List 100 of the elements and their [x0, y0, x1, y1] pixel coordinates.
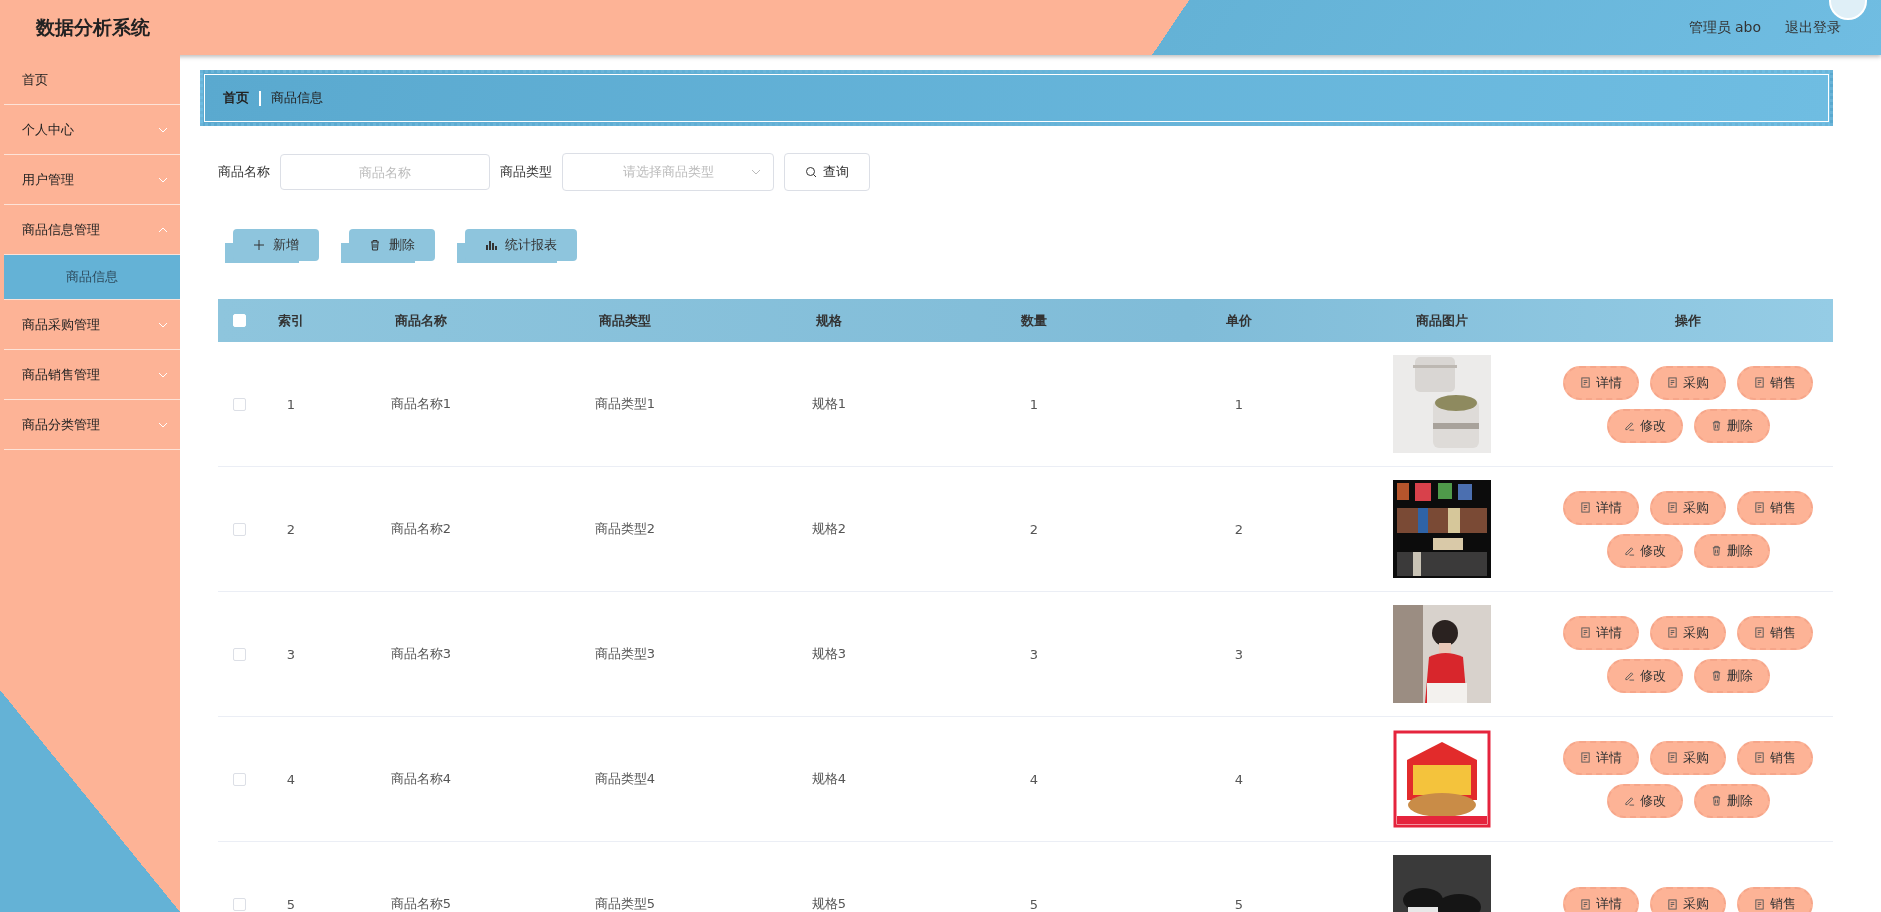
table-cell: 1 [1029, 396, 1039, 412]
chevron-icon [158, 176, 168, 183]
field-label: 商品名称 [218, 163, 270, 181]
column-header: 商品名称 [395, 311, 447, 330]
field-label: 商品类型 [500, 163, 552, 181]
table-cell: 规格2 [811, 520, 847, 538]
pencil-icon [1623, 545, 1635, 556]
table-cell: 规格1 [811, 395, 847, 413]
sidebar-item[interactable]: 商品采购管理 [4, 300, 180, 350]
action-button[interactable]: 采购 [1650, 490, 1726, 525]
chevron-icon [751, 169, 761, 175]
table-cell: 5 [286, 896, 296, 912]
table-cell: 商品类型3 [594, 645, 656, 663]
chevron-icon [158, 126, 168, 133]
row-checkbox[interactable] [233, 897, 246, 911]
table-cell: 商品类型2 [594, 520, 656, 538]
app-title: 数据分析系统 [36, 14, 150, 40]
trash-icon [369, 239, 381, 251]
document-icon [1580, 502, 1591, 513]
sidebar-item[interactable]: 首页 [4, 55, 180, 105]
action-button[interactable]: 销售 [1737, 740, 1813, 775]
row-checkbox[interactable] [233, 397, 246, 411]
action-button[interactable]: 详情 [1563, 365, 1639, 400]
column-header: 单价 [1226, 311, 1252, 330]
table-cell: 商品类型5 [594, 895, 656, 912]
row-checkbox[interactable] [233, 647, 246, 661]
table-cell: 商品名称1 [390, 395, 452, 413]
search-icon [805, 166, 817, 178]
action-button[interactable]: 修改 [1606, 783, 1683, 818]
action-button[interactable]: 销售 [1737, 615, 1813, 650]
action-button[interactable]: 详情 [1563, 490, 1639, 525]
table-cell: 4 [1029, 771, 1039, 787]
document-icon [1667, 752, 1678, 763]
action-button[interactable]: 采购 [1650, 365, 1726, 400]
table-cell: 商品名称4 [390, 770, 452, 788]
trash-icon [1710, 545, 1722, 556]
pencil-icon [1623, 670, 1635, 681]
table-cell: 4 [1234, 771, 1244, 787]
row-checkbox[interactable] [233, 772, 246, 786]
action-button[interactable]: 采购 [1650, 615, 1726, 650]
document-icon [1580, 752, 1591, 763]
document-icon [1754, 502, 1765, 513]
table-cell: 5 [1029, 896, 1039, 912]
table-cell: 2 [1234, 521, 1244, 537]
sidebar-item[interactable]: 商品销售管理 [4, 350, 180, 400]
table-cell: 3 [1029, 646, 1039, 662]
action-button[interactable]: 采购 [1650, 740, 1726, 775]
action-button[interactable]: 删除 [1693, 408, 1770, 443]
column-header: 索引 [278, 311, 304, 330]
row-checkbox[interactable] [233, 522, 246, 536]
action-button[interactable]: 销售 [1737, 365, 1813, 400]
sidebar-subitem[interactable]: 商品信息 [4, 255, 180, 300]
column-header: 商品类型 [599, 311, 651, 330]
column-header: 数量 [1021, 311, 1047, 330]
trash-icon [1710, 670, 1722, 681]
table-cell: 5 [1234, 896, 1244, 912]
table-cell: 商品名称5 [390, 895, 452, 912]
action-button[interactable]: 详情 [1563, 887, 1639, 912]
search-button[interactable]: 查询 [784, 153, 870, 191]
table-cell: 1 [1234, 396, 1244, 412]
table-cell: 2 [1029, 521, 1039, 537]
action-button[interactable]: 修改 [1606, 533, 1683, 568]
table-cell: 1 [286, 396, 296, 412]
document-icon [1580, 898, 1591, 910]
action-button[interactable]: 修改 [1606, 658, 1683, 693]
breadcrumb-link[interactable]: 首页 [223, 89, 249, 107]
column-header: 规格 [816, 311, 842, 330]
action-button[interactable]: 删除 [1693, 533, 1770, 568]
name-input-field[interactable]: 商品名称 [280, 154, 490, 190]
sidebar-item[interactable]: 个人中心 [4, 105, 180, 155]
chevron-icon [158, 321, 168, 328]
action-button[interactable]: 销售 [1737, 887, 1813, 912]
action-button[interactable]: 采购 [1650, 887, 1726, 912]
document-icon [1667, 898, 1678, 910]
table-cell: 4 [286, 771, 296, 787]
action-button[interactable]: 销售 [1737, 490, 1813, 525]
document-icon [1754, 752, 1765, 763]
document-icon [1754, 627, 1765, 638]
action-button[interactable]: 修改 [1606, 408, 1683, 443]
table-cell: 2 [286, 521, 296, 537]
sidebar-item[interactable]: 商品分类管理 [4, 400, 180, 450]
chevron-icon [158, 226, 168, 233]
breadcrumb-link[interactable]: 商品信息 [271, 89, 323, 107]
column-header: 商品图片 [1415, 311, 1468, 330]
action-button[interactable]: 详情 [1563, 615, 1639, 650]
table-cell: 3 [1234, 646, 1244, 662]
logout-link[interactable]: 退出登录 [1785, 18, 1841, 37]
bar-chart-icon [485, 239, 497, 251]
table-cell: 商品类型4 [594, 770, 656, 788]
select-all-checkbox[interactable] [233, 314, 246, 327]
pencil-icon [1623, 420, 1635, 431]
sidebar-item[interactable]: 用户管理 [4, 155, 180, 205]
action-button[interactable]: 详情 [1563, 740, 1639, 775]
document-icon [1580, 377, 1591, 388]
user-label: 管理员 abo [1688, 18, 1761, 37]
action-button[interactable]: 删除 [1693, 658, 1770, 693]
trash-icon [1710, 420, 1722, 431]
document-icon [1667, 627, 1678, 638]
action-button[interactable]: 删除 [1693, 783, 1770, 818]
trash-icon [1710, 795, 1722, 806]
